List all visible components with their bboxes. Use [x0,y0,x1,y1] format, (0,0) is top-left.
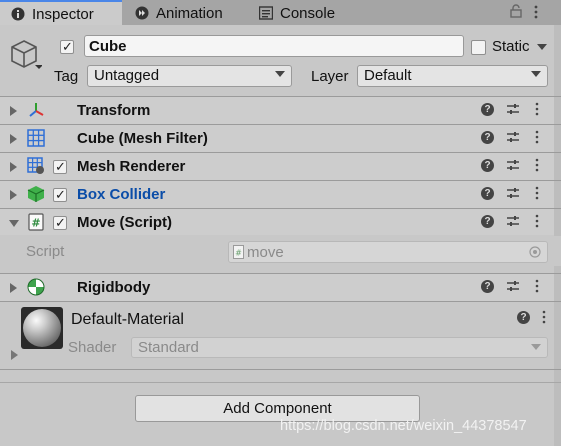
tab-bar: Inspector Animation Console [0,0,561,26]
foldout-arrow-icon[interactable] [10,283,17,293]
tag-value: Untagged [94,67,160,84]
component-enabled-toggle[interactable]: ✓ [53,215,67,230]
svg-text:#: # [31,217,40,230]
box-collider-icon [27,185,45,203]
component-title: Cube (Mesh Filter) [77,130,208,147]
foldout-arrow-icon[interactable] [10,162,17,172]
shader-label: Shader [68,339,117,356]
component-title: Box Collider [77,186,166,203]
material-name: Default-Material [71,311,184,328]
tag-label: Tag [54,68,79,85]
presets-icon[interactable] [506,279,520,297]
component-title: Rigidbody [77,279,151,296]
help-icon[interactable]: ? [517,311,530,324]
tag-dropdown[interactable]: Untagged [87,65,292,87]
component-title: Transform [77,102,151,119]
watermark: https://blog.csdn.net/weixin_44378547 [280,418,527,434]
script-icon: # [27,213,45,231]
component-transform[interactable]: Transform ? [0,97,554,124]
more-vertical-icon[interactable] [535,214,539,230]
gameobject-name-field[interactable]: Cube [84,35,464,57]
foldout-arrow-icon[interactable] [10,134,17,144]
foldout-arrow-icon[interactable] [11,350,18,360]
component-mesh-filter[interactable]: Cube (Mesh Filter) ? [0,125,554,152]
more-vertical-icon[interactable] [535,102,539,118]
more-vertical-icon[interactable] [533,4,539,24]
component-rigidbody[interactable]: Rigidbody ? [0,274,554,301]
script-field-label: Script [26,243,65,260]
help-icon[interactable]: ? [481,131,494,144]
script-field-row: Script # move [0,236,561,266]
script-asset-icon: # [233,245,244,263]
console-icon [258,5,274,21]
divider [0,382,561,383]
checkmark-icon: ✓ [55,187,66,202]
rigidbody-icon [27,278,45,296]
transform-icon [27,101,45,119]
shader-dropdown: Standard [131,337,548,358]
material-preview[interactable] [21,307,63,349]
tab-animation[interactable]: Animation [124,1,223,25]
shader-value: Standard [138,339,199,356]
component-move-script[interactable]: # ✓ Move (Script) ? [0,209,554,235]
checkmark-icon: ✓ [62,39,73,54]
more-vertical-icon[interactable] [542,310,546,328]
more-vertical-icon[interactable] [535,279,539,295]
more-vertical-icon[interactable] [535,130,539,146]
script-field-value: move [247,244,284,261]
lock-icon[interactable] [510,4,522,22]
presets-icon[interactable] [506,158,520,176]
info-icon [10,6,26,22]
tab-label: Console [280,4,336,22]
more-vertical-icon[interactable] [535,186,539,202]
layer-dropdown[interactable]: Default [357,65,548,87]
checkmark-icon: ✓ [55,159,66,174]
component-mesh-renderer[interactable]: ✓ Mesh Renderer ? [0,153,554,180]
component-title: Move (Script) [77,214,173,231]
chevron-down-icon [531,344,541,350]
component-enabled-toggle[interactable]: ✓ [53,159,67,174]
mesh-filter-icon [27,129,45,147]
foldout-arrow-icon[interactable] [10,106,17,116]
animation-icon [134,5,150,21]
component-title: Mesh Renderer [77,158,186,175]
more-vertical-icon[interactable] [535,158,539,174]
static-dropdown-icon[interactable] [537,44,547,50]
static-toggle[interactable] [471,40,486,55]
object-picker-icon [529,246,541,262]
svg-text:#: # [235,249,242,258]
presets-icon[interactable] [506,186,520,204]
layer-label: Layer [311,68,349,85]
presets-icon[interactable] [506,102,520,120]
presets-icon[interactable] [506,130,520,148]
checkmark-icon: ✓ [55,215,66,230]
presets-icon[interactable] [506,214,520,232]
chevron-down-icon [275,71,285,77]
tab-label: Inspector [32,5,94,23]
help-icon[interactable]: ? [481,103,494,116]
help-icon[interactable]: ? [481,280,494,293]
gameobject-active-toggle[interactable]: ✓ [60,39,74,54]
help-icon[interactable]: ? [481,187,494,200]
script-object-field: # move [228,241,548,263]
foldout-arrow-icon[interactable] [9,220,19,227]
help-icon[interactable]: ? [481,159,494,172]
component-box-collider[interactable]: ✓ Box Collider ? [0,181,554,208]
help-icon[interactable]: ? [481,215,494,228]
material-sphere-icon [23,309,61,347]
component-enabled-toggle[interactable]: ✓ [53,187,67,202]
tab-label: Animation [156,4,223,22]
layer-value: Default [364,67,412,84]
tab-inspector[interactable]: Inspector [0,0,122,26]
tab-console[interactable]: Console [248,1,335,25]
divider [0,369,561,370]
foldout-arrow-icon[interactable] [10,190,17,200]
mesh-renderer-icon [27,157,45,175]
chevron-down-icon [531,71,541,77]
gameobject-cube-icon[interactable] [8,38,43,76]
static-label: Static [492,38,530,55]
